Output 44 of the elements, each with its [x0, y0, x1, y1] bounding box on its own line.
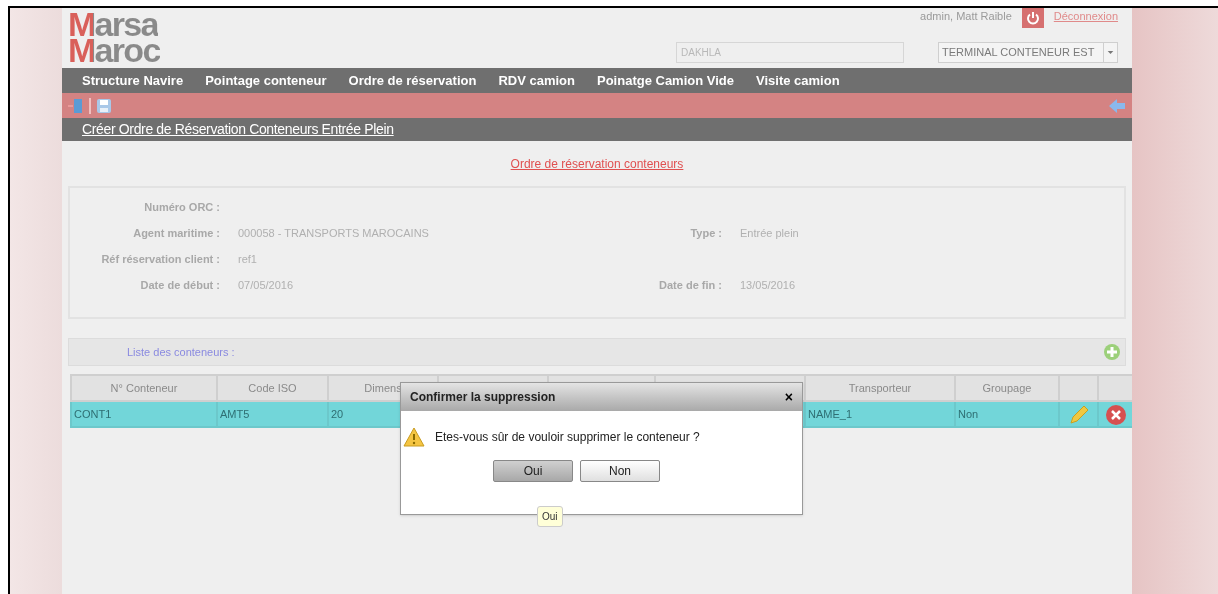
field-label: Date de début : [139, 277, 220, 293]
table-cell: AMT5 [217, 401, 328, 427]
dialog-button[interactable]: Non [580, 460, 660, 482]
logo-text: Maroc [68, 37, 160, 63]
field-value: 07/05/2016 [238, 277, 294, 293]
list-title: Liste des conteneurs : [127, 344, 236, 360]
column-header: Code ISO [217, 375, 328, 401]
field-label: Agent maritime : [132, 225, 220, 241]
close-button[interactable]: × [784, 390, 793, 404]
nav-item[interactable]: Structure Navire [82, 70, 184, 91]
terminal-select[interactable]: TERMINAL CONTENEUR EST [938, 42, 1118, 63]
table-cell: NAME_1 [805, 401, 955, 427]
table-cell: Non [955, 401, 1059, 427]
nav-item[interactable]: Poinatge Camion Vide [597, 70, 734, 91]
column-header: N° Conteneur [71, 375, 217, 401]
field-value: ref1 [238, 251, 257, 267]
save-icon[interactable] [96, 97, 112, 114]
field-value: 13/05/2016 [740, 277, 796, 293]
field-label: Numéro ORC : [143, 199, 220, 215]
add-icon[interactable] [1103, 343, 1121, 361]
table-cell: CONT1 [71, 401, 217, 427]
nav-item[interactable]: Visite camion [756, 70, 840, 91]
dialog-button[interactable]: Oui [493, 460, 573, 482]
tooltip: Oui [537, 506, 563, 527]
nav-item[interactable]: RDV camion [498, 70, 575, 91]
field-value: 000058 - TRANSPORTS MAROCAINS [238, 225, 429, 241]
page-title: Créer Ordre de Réservation Conteneurs Entrée Plein [82, 120, 394, 139]
warning-icon [403, 427, 425, 447]
nav-item[interactable]: Pointage conteneur [205, 70, 327, 91]
dialog-message: Etes-vous sûr de vouloir supprimer le conteneur ? [435, 429, 700, 446]
logo-text: Marsa [68, 11, 158, 37]
field-label: Date de fin : [658, 277, 722, 293]
nav-item[interactable]: Ordre de réservation [348, 70, 477, 91]
field-label: Type : [689, 225, 722, 241]
power-icon[interactable] [1021, 8, 1044, 28]
field-value: Entrée plein [740, 225, 799, 241]
delete-icon[interactable] [1104, 403, 1127, 426]
section-link[interactable]: Ordre de réservation conteneurs [510, 154, 684, 173]
back-arrow-icon[interactable] [1108, 97, 1126, 114]
user-name: admin, Matt Raible [920, 11, 1012, 21]
edit-pencil-icon[interactable] [1067, 403, 1090, 426]
field-label: Réf réservation client : [100, 251, 220, 267]
exit-door-icon[interactable] [68, 97, 84, 114]
column-header: Transporteur [805, 375, 955, 401]
